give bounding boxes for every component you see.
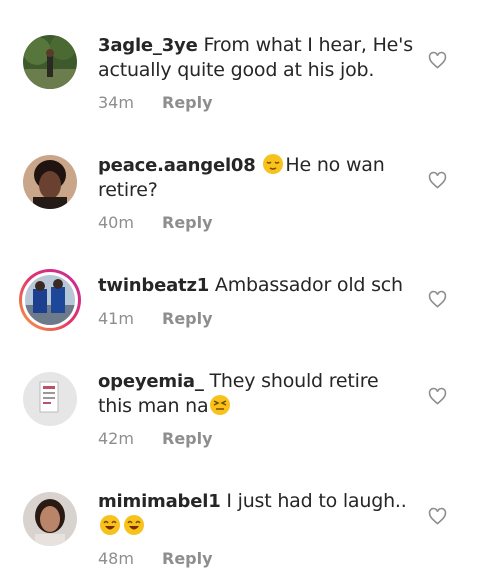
comment-meta: 34m Reply xyxy=(98,93,213,112)
avatar xyxy=(25,275,75,325)
avatar[interactable] xyxy=(23,492,77,546)
comment-meta: 48m Reply xyxy=(98,549,213,568)
comment-meta: 42m Reply xyxy=(98,429,213,448)
comment-time: 48m xyxy=(98,549,134,568)
avatar-photo xyxy=(23,372,77,426)
comment-time: 42m xyxy=(98,429,134,448)
comment-body: twinbeatz1 Ambassador old sch xyxy=(98,273,413,298)
comment-username[interactable]: 3agle_3ye xyxy=(98,35,198,56)
reply-button[interactable]: Reply xyxy=(162,549,213,568)
comment-time: 40m xyxy=(98,213,134,232)
reply-button[interactable]: Reply xyxy=(162,93,213,112)
avatar-photo xyxy=(25,275,75,325)
reply-button[interactable]: Reply xyxy=(162,213,213,232)
like-heart-icon[interactable] xyxy=(428,290,447,309)
grinning-face-emoji xyxy=(100,515,120,535)
squinting-face-emoji xyxy=(210,395,231,415)
comment-username[interactable]: twinbeatz1 xyxy=(98,275,209,296)
like-heart-icon[interactable] xyxy=(428,507,447,526)
like-heart-icon[interactable] xyxy=(428,387,447,406)
like-heart-icon[interactable] xyxy=(428,51,447,70)
comment-text: I just had to laugh.. xyxy=(226,490,407,512)
avatar-photo xyxy=(23,35,77,89)
comment-body: 3agle_3ye From what I hear, He's actuall… xyxy=(98,33,413,83)
avatar[interactable] xyxy=(23,155,77,209)
comment-username[interactable]: opeyemia_ xyxy=(98,371,204,392)
reply-button[interactable]: Reply xyxy=(162,429,213,448)
like-heart-icon[interactable] xyxy=(428,171,447,190)
comment-body: opeyemia_ They should retire this man na xyxy=(98,369,413,419)
comment-time: 34m xyxy=(98,93,134,112)
reply-button[interactable]: Reply xyxy=(162,309,213,328)
relieved-face-emoji xyxy=(263,154,284,174)
comment-body: mimimabel1 I just had to laugh.. xyxy=(98,489,413,539)
avatar[interactable] xyxy=(23,35,77,89)
avatar[interactable] xyxy=(23,372,77,426)
comment-username[interactable]: mimimabel1 xyxy=(98,491,221,512)
avatar-photo xyxy=(23,155,77,209)
comment-username[interactable]: peace.aangel08 xyxy=(98,155,256,176)
comment-body: peace.aangel08 He no wan retire? xyxy=(98,153,413,203)
comment-meta: 41m Reply xyxy=(98,309,213,328)
comment-meta: 40m Reply xyxy=(98,213,213,232)
avatar-story-ring[interactable] xyxy=(19,269,81,331)
avatar-photo xyxy=(23,492,77,546)
comment-time: 41m xyxy=(98,309,134,328)
grinning-face-emoji xyxy=(124,515,144,535)
comment-text: Ambassador old sch xyxy=(214,274,403,296)
